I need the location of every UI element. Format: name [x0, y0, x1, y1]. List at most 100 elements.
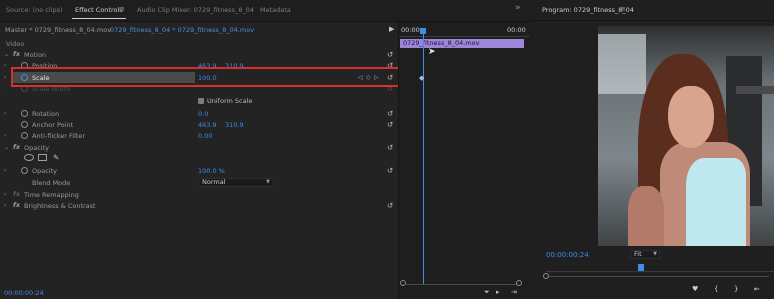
- export-icon[interactable]: ⇥: [511, 288, 517, 296]
- fx-icon[interactable]: fx: [13, 201, 20, 209]
- motion-effect-row[interactable]: ⌄ fx Motion ↺: [0, 50, 398, 61]
- collapse-icon[interactable]: ⌄: [4, 51, 9, 58]
- rectangle-mask-icon[interactable]: [38, 154, 47, 161]
- collapse-icon[interactable]: ⌄: [4, 144, 9, 151]
- anchor-point-label: Anchor Point: [32, 121, 74, 129]
- chevron-down-icon: ▼: [266, 179, 270, 185]
- expand-icon[interactable]: ›: [4, 167, 6, 174]
- gym-window: [598, 34, 646, 94]
- reset-icon[interactable]: ↺: [387, 143, 393, 152]
- mark-out-icon[interactable]: }: [734, 285, 738, 293]
- tab-menu-icon[interactable]: ≡: [119, 5, 125, 13]
- expand-icon[interactable]: ›: [4, 62, 6, 69]
- opacity-effect-row[interactable]: ⌄ fx Opacity ↺: [0, 143, 398, 154]
- zoom-fit-dropdown[interactable]: Fit ▼: [630, 250, 660, 259]
- zoom-fit-value: Fit: [634, 250, 642, 258]
- reset-icon[interactable]: ↺: [387, 109, 393, 118]
- rotation-row: › Rotation 0.0 ↺: [0, 109, 398, 120]
- filter-icon[interactable]: ⏷: [484, 288, 490, 297]
- uniform-scale-checkbox[interactable]: [198, 98, 204, 104]
- timeline-scrollbar[interactable]: [403, 284, 521, 285]
- stopwatch-icon[interactable]: [21, 132, 28, 139]
- gym-equipment-bar: [736, 86, 774, 94]
- blend-mode-dropdown[interactable]: Normal ▼: [198, 178, 274, 187]
- master-clip-row: Master * 0729_fitness_8_04.mov 0729_fitn…: [0, 25, 395, 36]
- mouse-cursor-icon: ➤: [428, 47, 436, 57]
- tab-metadata[interactable]: Metadata: [260, 6, 291, 14]
- person-arm: [628, 186, 664, 246]
- fx-icon[interactable]: fx: [13, 143, 20, 151]
- tab-divider: [532, 20, 774, 21]
- uniform-scale-label: Uniform Scale: [207, 97, 253, 105]
- reset-icon[interactable]: ↺: [387, 201, 393, 210]
- keyframe-icon[interactable]: ◆: [419, 74, 424, 82]
- scale-annotation-box: [11, 67, 445, 87]
- brightness-contrast-row[interactable]: › fx Brightness & Contrast ↺: [0, 201, 398, 212]
- mark-in-icon[interactable]: {: [714, 285, 718, 293]
- timeline-start-time: 00:00: [401, 26, 420, 34]
- effect-timeline[interactable]: 00:00 00:00 0729_fitness_8_04.mov ◆ ➤: [399, 22, 530, 299]
- video-section-label: Video: [6, 40, 25, 48]
- timeline-ruler[interactable]: [399, 36, 530, 37]
- pen-mask-icon[interactable]: ✎: [53, 153, 59, 162]
- reset-icon[interactable]: ↺: [387, 120, 393, 129]
- fx-icon: fx: [13, 190, 21, 198]
- add-marker-icon[interactable]: ♥: [692, 285, 698, 293]
- stopwatch-icon[interactable]: [21, 121, 28, 128]
- chevron-down-icon: ▼: [653, 251, 657, 257]
- current-time[interactable]: 00:00:00:24: [4, 289, 44, 297]
- blend-mode-row: Blend Mode Normal ▼: [0, 178, 398, 189]
- anchor-y-value[interactable]: 310.9: [225, 121, 244, 129]
- ellipse-mask-icon[interactable]: [24, 154, 34, 161]
- more-tabs-icon[interactable]: »: [515, 3, 521, 13]
- expand-icon[interactable]: ›: [4, 74, 6, 81]
- program-scrollbar[interactable]: [549, 276, 769, 277]
- timeline-end-time: 00:00: [507, 26, 526, 34]
- person-tank-top: [686, 158, 746, 246]
- timeline-clip[interactable]: 0729_fitness_8_04.mov: [400, 39, 524, 48]
- stopwatch-icon[interactable]: [21, 167, 28, 174]
- expand-icon[interactable]: ›: [4, 202, 6, 209]
- expand-icon[interactable]: ›: [4, 132, 6, 139]
- brightness-contrast-label: Brightness & Contrast: [24, 202, 96, 210]
- reset-icon[interactable]: ↺: [387, 50, 393, 59]
- rotation-label: Rotation: [32, 110, 60, 118]
- expand-icon[interactable]: ›: [4, 191, 6, 198]
- reset-icon[interactable]: ↺: [387, 166, 393, 175]
- tab-audio-clip-mixer[interactable]: Audio Clip Mixer: 0729_fitness_8_04: [137, 6, 254, 14]
- anti-flicker-value[interactable]: 0.00: [198, 132, 212, 140]
- stopwatch-icon[interactable]: [21, 110, 28, 117]
- zoom-scroll-right-handle[interactable]: [516, 280, 522, 286]
- panel-tab-bar: Source: (no clips) Effect Controls ≡ Aud…: [0, 0, 530, 22]
- master-source-label[interactable]: Master * 0729_fitness_8_04.mov: [5, 26, 111, 34]
- opacity-value-row: › Opacity 100.0 % ↺: [0, 166, 398, 177]
- person-face: [668, 86, 714, 148]
- anti-flicker-label: Anti-flicker Filter: [32, 132, 86, 140]
- motion-label: Motion: [24, 51, 47, 59]
- go-to-in-icon[interactable]: ⇤: [754, 285, 760, 293]
- program-playhead-icon[interactable]: [638, 264, 644, 271]
- play-icon[interactable]: ▸: [496, 288, 500, 296]
- program-video-frame[interactable]: [598, 26, 774, 246]
- uniform-scale-row: Uniform Scale: [0, 97, 398, 107]
- zoom-scroll-left-handle[interactable]: [400, 280, 406, 286]
- program-timecode[interactable]: 00:00:00:24: [546, 251, 589, 259]
- time-remapping-row[interactable]: › fx Time Remapping: [0, 190, 398, 201]
- tab-source[interactable]: Source: (no clips): [6, 6, 63, 14]
- program-time-ruler[interactable]: [546, 266, 774, 272]
- expand-icon[interactable]: ›: [4, 110, 6, 117]
- rotation-value[interactable]: 0.0: [198, 110, 208, 118]
- fx-icon[interactable]: fx: [13, 50, 20, 58]
- sequence-clip-label[interactable]: 0729_fitness_8_04 * 0729_fitness_8_04.mo…: [110, 26, 254, 34]
- blend-mode-value: Normal: [202, 178, 226, 186]
- anti-flicker-row: › Anti-flicker Filter 0.00: [0, 132, 398, 142]
- program-menu-icon[interactable]: ≡: [620, 5, 626, 13]
- play-only-audio-icon[interactable]: ▶: [389, 25, 394, 33]
- playhead-line[interactable]: [423, 34, 424, 284]
- tab-effect-controls[interactable]: Effect Controls: [75, 6, 123, 14]
- anchor-x-value[interactable]: 463.9: [198, 121, 217, 129]
- opacity-effect-label: Opacity: [24, 144, 50, 152]
- expand-icon: ›: [4, 85, 7, 92]
- opacity-value[interactable]: 100.0 %: [198, 167, 225, 175]
- blend-mode-label: Blend Mode: [32, 179, 71, 187]
